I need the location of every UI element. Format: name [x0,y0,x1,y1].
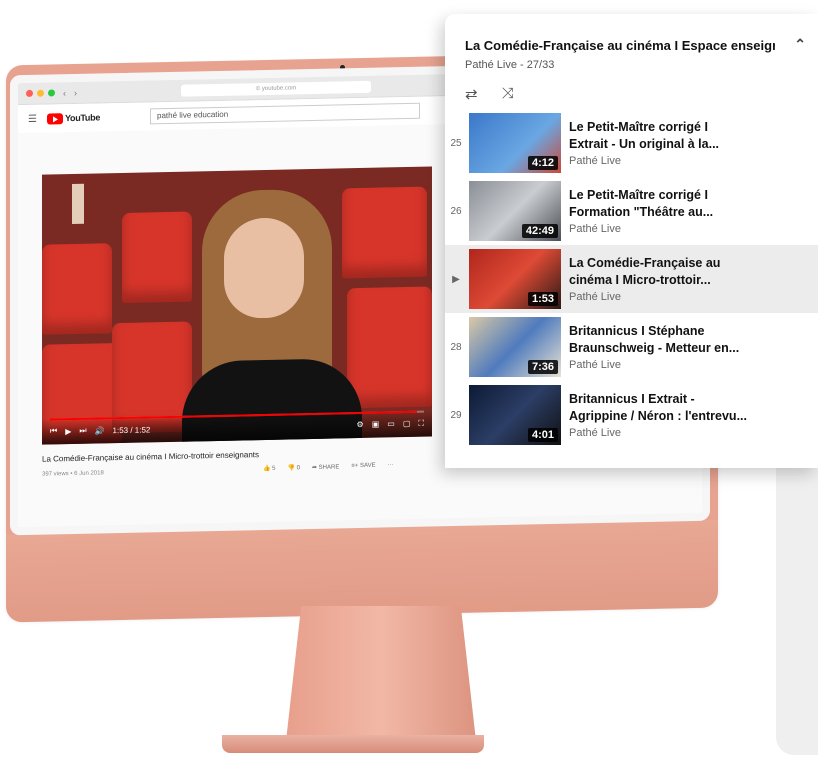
hamburger-menu-icon[interactable]: ☰ [28,113,37,124]
playlist-item-title-line2: cinéma I Micro-trottoir... [569,273,711,287]
playlist-panel: La Comédie-Française au cinéma I Espace … [445,14,818,468]
video-controls-right: ⚙ ▣ ▭ ▢ ⛶ [357,419,424,430]
playlist-item-title-line1: Britannicus I Extrait - [569,392,695,406]
like-count: 5 [272,465,276,472]
theater-mode-icon[interactable]: ▭ [387,419,395,429]
shuffle-icon[interactable]: ⤨ [502,85,514,103]
fullscreen-icon[interactable]: ⛶ [418,419,424,429]
playlist-item-index: 25 [450,137,462,149]
playlist-item-title-line2: Braunschweig - Metteur en... [569,341,740,355]
playlist-item-title-line2: Agrippine / Néron : l'entrevu... [569,409,747,423]
playlist-item-channel: Pathé Live [569,223,621,235]
dislike-count: 0 [296,465,300,472]
face [224,217,304,319]
minimize-window-icon[interactable] [37,89,44,97]
settings-gear-icon[interactable]: ⚙ [357,420,364,430]
video-player[interactable]: ⏮ ▶ ⏭ 🔊 1:53 / 1:52 ⚙ ▣ ▭ ▢ ⛶ [42,166,432,445]
video-title: La Comédie-Française au cinéma I Micro-t… [42,450,259,464]
playlist-channel[interactable]: Pathé Live [465,59,517,71]
cinema-seat [42,243,112,335]
playlist-item-info: Le Petit-Maître corrigé I Extrait - Un or… [569,119,799,167]
video-thumbnail[interactable]: 1:53 [469,249,561,309]
playlist-item-title-line2: Extrait - Un original à la... [569,137,720,151]
video-meta: 397 views • 6 Jun 2018 [42,470,104,478]
playlist-item-info: La Comédie-Française au cinéma I Micro-tr… [569,255,799,303]
playlist-item-info: Britannicus I Extrait - Agrippine / Néron… [569,391,799,439]
playlist-item-info: Britannicus I Stéphane Braunschweig - Met… [569,323,799,371]
previous-icon[interactable]: ⏮ [50,426,57,436]
imac-stand [286,606,476,741]
video-thumbnail[interactable]: 42:49 [469,181,561,241]
cast-icon[interactable]: ▢ [403,419,411,429]
video-duration: 4:01 [527,428,558,442]
video-actions: 👍 5 👎 0 ➦ SHARE ≡+ SAVE ··· [263,462,394,472]
playlist-title[interactable]: La Comédie-Française au cinéma I Espace … [465,38,775,53]
video-time: 1:53 / 1:52 [112,424,151,435]
youtube-play-icon [46,112,63,125]
miniplayer-icon[interactable]: ▣ [372,420,380,430]
playlist-item-title-line1: La Comédie-Française au [569,256,721,270]
playlist-item[interactable]: 26 42:49 Le Petit-Maître corrigé I Formatio… [445,177,818,245]
forward-button[interactable]: › [74,87,77,97]
playlist-item-title-line1: Le Petit-Maître corrigé I [569,188,708,202]
video-thumbnail[interactable]: 7:36 [469,317,561,377]
video-thumbnail[interactable]: 4:01 [469,385,561,445]
playlist-item-title-line2: Formation "Théâtre au... [569,205,714,219]
youtube-logo[interactable]: YouTube [46,112,101,125]
save-label: SAVE [360,462,376,469]
playlist-item-info: Le Petit-Maître corrigé I Formation "Théâ… [569,187,799,235]
save-button[interactable]: ≡+ SAVE [351,463,375,471]
next-icon[interactable]: ⏭ [79,426,86,436]
playlist-position: 27/33 [526,59,555,71]
share-label: SHARE [318,464,340,471]
search-input[interactable]: pathé live education [150,102,421,125]
back-button[interactable]: ‹ [63,88,66,98]
more-button[interactable]: ··· [388,462,394,469]
dislike-button[interactable]: 👎 0 [287,464,299,471]
volume-icon[interactable]: 🔊 [95,426,105,435]
maximize-window-icon[interactable] [48,89,55,97]
interviewee [162,188,382,445]
playlist-item-index: 29 [450,409,462,421]
playlist-item-index: 26 [450,205,462,217]
playlist-actions: ⇄ ⤨ [445,71,818,109]
ceiling-light [72,183,84,225]
video-duration: 4:12 [527,156,558,170]
playlist-items: 25 4:12 Le Petit-Maître corrigé I Extrait -… [445,109,818,449]
stage: ‹ › © youtube.com ☰ YouTube pathé live e… [0,0,818,758]
youtube-logo-text: YouTube [64,112,101,124]
imac-stand-base [222,735,484,753]
video-duration: 7:36 [527,360,558,374]
play-icon[interactable]: ▶ [65,427,71,436]
video-duration: 42:49 [521,224,558,238]
playlist-item-index: ▶ [452,273,460,285]
playlist-item[interactable]: ▶ 1:53 La Comédie-Française au cinéma I Mic… [445,245,818,313]
playlist-item-channel: Pathé Live [569,359,621,371]
address-bar[interactable]: © youtube.com [181,80,371,97]
playlist-item-channel: Pathé Live [569,155,621,167]
playlist-item-channel: Pathé Live [569,291,621,303]
playlist-item-title-line1: Le Petit-Maître corrigé I [569,120,708,134]
playlist-header: La Comédie-Française au cinéma I Espace … [445,14,818,71]
loop-icon[interactable]: ⇄ [465,85,478,103]
playlist-item[interactable]: 29 4:01 Britannicus I Extrait - Agrippine /… [445,381,818,449]
chevron-up-icon[interactable]: ⌃ [794,36,806,53]
playlist-item-index: 28 [450,341,462,353]
video-duration: 1:53 [527,292,558,306]
like-button[interactable]: 👍 5 [263,465,275,472]
playlist-separator: - [520,59,527,71]
playlist-subtitle: Pathé Live - 27/33 [465,59,796,71]
share-button[interactable]: ➦ SHARE [312,463,339,471]
video-thumbnail[interactable]: 4:12 [469,113,561,173]
close-window-icon[interactable] [26,89,33,97]
playlist-item-channel: Pathé Live [569,427,621,439]
playlist-item[interactable]: 25 4:12 Le Petit-Maître corrigé I Extrait -… [445,109,818,177]
playlist-item[interactable]: 28 7:36 Britannicus I Stéphane Braunschweig… [445,313,818,381]
playlist-item-title-line1: Britannicus I Stéphane [569,324,705,338]
